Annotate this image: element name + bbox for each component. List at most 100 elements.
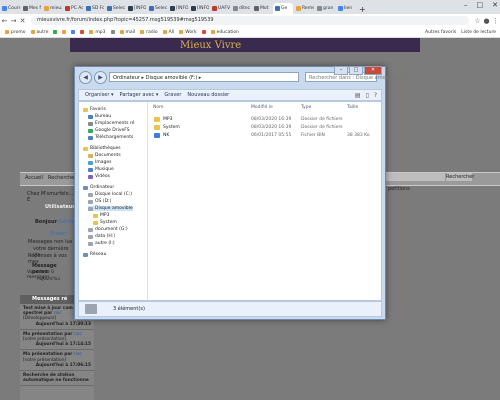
browser-tab[interactable]: UAFV	[210, 3, 230, 14]
preview-pane-icon[interactable]: ▯	[366, 92, 369, 99]
messages-line-1[interactable]: Messages non lus	[28, 239, 72, 245]
bookmark-item[interactable]: All	[162, 29, 175, 35]
recent-message-author[interactable]: rioc	[74, 332, 82, 337]
recent-message-item[interactable]: Ma présentation par rioc [votre présentat…	[20, 330, 94, 351]
tree-item[interactable]: Google DriveFS	[88, 128, 130, 133]
star-icon[interactable]: ☆	[473, 17, 482, 25]
browser-tab[interactable]: Ge	[273, 3, 293, 14]
forum-nav-search-label[interactable]: Rechercher	[48, 175, 76, 181]
tree-item[interactable]: MP3	[93, 213, 109, 218]
toolbar-button[interactable]: Graver	[164, 92, 181, 98]
explorer-maximize-icon[interactable]: □	[349, 66, 363, 75]
column-header[interactable]: Modifié le	[251, 105, 273, 110]
tree-item[interactable]: Réseau	[83, 252, 106, 257]
forum-nav-home[interactable]: Accueil	[25, 175, 43, 181]
bookmark-item[interactable]	[110, 30, 115, 34]
file-row[interactable]: NK 06/01/2017 05:55 Fichier BIN 38 383 Ko	[151, 132, 381, 140]
bookmark-item[interactable]	[62, 30, 67, 34]
view-options-icon[interactable]: ▤	[355, 92, 361, 99]
column-header[interactable]: Taille	[347, 105, 358, 110]
bookmark-item[interactable]: mp3	[89, 30, 106, 35]
tree-item[interactable]: document (G:)	[88, 227, 128, 232]
explorer-address-bar[interactable]: Ordinateur ▸ Disque amovible (F:) ▸	[109, 72, 299, 82]
tree-item[interactable]: OS (D:)	[88, 199, 111, 204]
recent-message-item[interactable]: Recherche de station automatique ne fonc…	[20, 371, 94, 387]
reload-icon[interactable]: ✕	[18, 17, 27, 25]
profile-icon[interactable]: ●	[482, 17, 491, 25]
explorer-back-icon[interactable]: ◀	[79, 70, 92, 84]
url-input[interactable]: mieuxvivre.fr/forum/index.php?topic=4525…	[31, 16, 469, 25]
bookmark-item[interactable]: promo	[5, 30, 26, 35]
preferences-link[interactable]: Prefact	[50, 231, 67, 237]
forum-search-button[interactable]: Rechercher	[446, 173, 474, 181]
tree-item[interactable]: Images	[88, 160, 111, 165]
browser-tab[interactable]: [INFO]	[126, 3, 146, 14]
bookmark-item[interactable]: radio	[140, 30, 158, 35]
column-header[interactable]: Type	[301, 105, 311, 110]
file-row[interactable]: System 08/03/2020 16:39 Dossier de fichier…	[151, 124, 381, 132]
tree-item[interactable]: Bibliothèques	[83, 146, 121, 151]
browser-tab[interactable]: Seleci	[105, 3, 125, 14]
browser-tab[interactable]: PC Ac	[63, 3, 83, 14]
explorer-close-icon[interactable]: ✕	[364, 66, 382, 75]
tree-item[interactable]: Vidéos	[88, 174, 110, 179]
bookmark-label: All	[168, 29, 175, 35]
tree-item[interactable]: autre (I:)	[88, 241, 115, 246]
browser-tab[interactable]: mieux	[42, 3, 62, 14]
tree-item[interactable]: Disque local (C:)	[88, 192, 132, 197]
minimize-icon[interactable]: –	[464, 1, 468, 9]
browser-tab[interactable]: lien	[336, 3, 356, 14]
bookmark-item[interactable]	[80, 30, 85, 34]
explorer-forward-icon[interactable]: ▶	[94, 70, 107, 84]
recent-message-author[interactable]: rioc	[74, 352, 82, 357]
bookmark-item[interactable]	[53, 30, 58, 34]
column-header[interactable]: Nom	[153, 105, 164, 110]
tree-item[interactable]: Téléchargements	[88, 135, 133, 140]
tree-item[interactable]: Documents	[88, 153, 121, 158]
browser-tab[interactable]: SD Fo	[84, 3, 104, 14]
tree-item[interactable]: Bureau	[88, 114, 111, 119]
browser-tab[interactable]: gran	[315, 3, 335, 14]
browser-tab[interactable]: Mes f	[21, 3, 41, 14]
explorer-minimize-icon[interactable]: –	[334, 66, 348, 75]
browser-tab[interactable]: Cours	[0, 3, 20, 14]
tree-item[interactable]: data (H:)	[88, 234, 115, 239]
tree-item[interactable]: Disque amovible	[88, 206, 133, 211]
bookmark-item[interactable]	[201, 30, 206, 34]
bookmark-item[interactable]	[71, 30, 76, 34]
help-icon[interactable]: ?	[374, 92, 377, 99]
tree-item[interactable]: Ordinateur	[83, 185, 114, 190]
toolbar-button[interactable]: Organiser ▾	[85, 92, 114, 98]
bookmark-item[interactable]: Work	[179, 30, 197, 35]
file-modified: 08/03/2020 16:39	[251, 125, 292, 130]
bookmark-item[interactable]: autre	[30, 30, 48, 35]
tree-item[interactable]: Emplacements ré	[88, 121, 134, 126]
other-bookmarks[interactable]: Autres favoris	[425, 30, 456, 35]
tree-item[interactable]: System	[93, 220, 117, 225]
tree-item[interactable]: Favoris	[83, 107, 106, 112]
explorer-status-bar: 3 élément(s)	[78, 301, 382, 317]
browser-tab[interactable]: [INFO]	[168, 3, 188, 14]
back-icon[interactable]: ←	[0, 17, 9, 25]
forum-search-input[interactable]	[385, 173, 445, 181]
reading-list[interactable]: Liste de lecture	[461, 30, 496, 35]
maximize-icon[interactable]: □	[477, 1, 484, 9]
bookmark-item[interactable]: education	[210, 30, 239, 35]
browser-tab[interactable]: [INFO]	[189, 3, 209, 14]
close-icon[interactable]: ✕	[492, 1, 498, 9]
recent-message-item[interactable]: Ma présentation par rioc [votre présentat…	[20, 350, 94, 372]
recent-message-title[interactable]: Recherche de station automatique ne fonc…	[23, 373, 91, 383]
recent-message-title[interactable]: Ma présentation par rioc	[23, 352, 91, 357]
browser-tab[interactable]: Mot	[252, 3, 272, 14]
bookmark-item[interactable]: mail	[119, 30, 135, 35]
browser-tab[interactable]: Seleci	[147, 3, 167, 14]
file-row[interactable]: MP3 08/03/2020 16:39 Dossier de fichiers	[151, 116, 381, 124]
new-tab-button[interactable]: +	[359, 5, 366, 14]
browser-tab[interactable]: ditec	[231, 3, 251, 14]
tree-item[interactable]: Musique	[88, 167, 114, 172]
browser-tab[interactable]: Reme	[294, 3, 314, 14]
toolbar-button[interactable]: Partager avec ▾	[120, 92, 159, 98]
menu-icon[interactable]: ⋮	[491, 17, 500, 25]
toolbar-button[interactable]: Nouveau dossier	[187, 92, 229, 98]
forward-icon[interactable]: →	[9, 17, 18, 25]
